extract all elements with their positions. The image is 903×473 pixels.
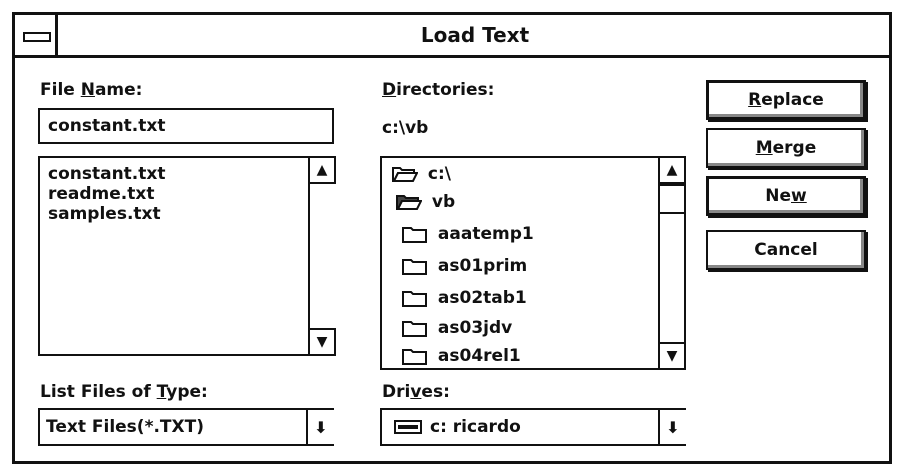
directory-item[interactable]: aaatemp1	[402, 224, 534, 244]
system-menu-button[interactable]	[12, 12, 58, 58]
folder-icon	[402, 321, 427, 337]
file-item[interactable]: constant.txt	[48, 164, 165, 184]
cancel-button[interactable]: Cancel	[706, 230, 866, 270]
file-type-select[interactable]: Text Files(*.TXT) ⬇	[38, 408, 334, 446]
current-directory-path: c:\vb	[382, 118, 429, 138]
directory-item[interactable]: as04rel1	[402, 346, 521, 366]
open-folder-filled-icon	[396, 195, 422, 210]
file-list-scrollbar[interactable]: ▲ ▼	[308, 156, 336, 356]
scroll-thumb[interactable]	[658, 184, 686, 214]
scroll-down-arrow-icon[interactable]: ▼	[308, 328, 336, 356]
file-list[interactable]: constant.txt readme.txt samples.txt ▲ ▼	[38, 156, 336, 356]
dialog-title: Load Text	[420, 23, 530, 47]
drives-label: Drives:	[382, 382, 450, 402]
file-name-label: File Name:	[40, 80, 143, 100]
dropdown-arrow-icon[interactable]: ⬇	[306, 410, 334, 444]
new-button[interactable]: Ne w	[706, 176, 866, 216]
file-item[interactable]: samples.txt	[48, 204, 161, 224]
scroll-up-arrow-icon[interactable]: ▲	[308, 156, 336, 184]
folder-icon	[402, 349, 427, 365]
folder-icon	[402, 227, 427, 243]
drives-select[interactable]: c: ricardo ⬇	[380, 408, 686, 446]
directory-list-scrollbar[interactable]: ▲ ▼	[658, 156, 686, 370]
file-type-label: List Files of Type:	[40, 382, 208, 402]
directory-item-vb[interactable]: vb	[396, 192, 455, 212]
dropdown-arrow-icon[interactable]: ⬇	[658, 410, 686, 444]
open-folder-icon	[392, 167, 418, 182]
folder-icon	[402, 291, 427, 307]
directory-list[interactable]: c:\ vb aaatemp1 as01prim as02tab1 as03jd…	[380, 156, 686, 370]
system-menu-icon	[23, 32, 51, 42]
directory-item[interactable]: as02tab1	[402, 288, 527, 308]
file-type-value: Text Files(*.TXT)	[46, 417, 204, 437]
file-item[interactable]: readme.txt	[48, 184, 154, 204]
merge-button[interactable]: Merge	[706, 128, 866, 168]
drives-value: c: ricardo	[430, 417, 521, 437]
scroll-up-arrow-icon[interactable]: ▲	[658, 156, 686, 184]
scroll-down-arrow-icon[interactable]: ▼	[658, 342, 686, 370]
drive-icon	[394, 420, 422, 434]
directory-item[interactable]: as03jdv	[402, 318, 512, 338]
replace-button[interactable]: Replace	[706, 80, 866, 120]
file-name-input[interactable]: constant.txt	[38, 108, 334, 144]
directories-label: Directories:	[382, 80, 495, 100]
directory-item-root[interactable]: c:\	[392, 164, 451, 184]
directory-item[interactable]: as01prim	[402, 256, 527, 276]
folder-icon	[402, 259, 427, 275]
